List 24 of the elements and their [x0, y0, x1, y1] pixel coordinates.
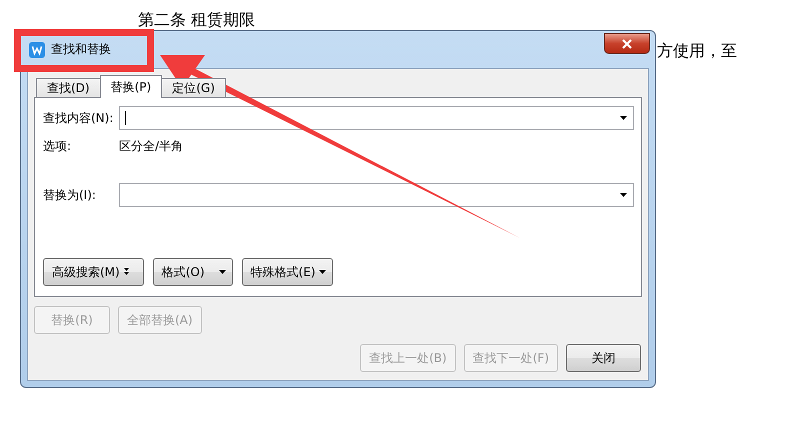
options-text: 区分全/半角: [119, 138, 184, 155]
dropdown-arrow-icon: [319, 270, 326, 274]
dialog-button[interactable]: 关闭: [566, 344, 641, 372]
find-field[interactable]: [119, 106, 634, 130]
document-text: 第二条 租赁期限: [138, 10, 256, 31]
dropdown-arrow-icon: [218, 270, 226, 274]
close-button[interactable]: [604, 33, 650, 54]
dropdown-arrow-icon: [620, 193, 627, 197]
double-chevron-icon: [124, 268, 129, 276]
replace-field[interactable]: [119, 183, 634, 207]
app-logo-icon: [29, 42, 45, 58]
dropdown-button[interactable]: 格式(O): [152, 258, 233, 286]
close-icon: [621, 38, 633, 48]
dropdown-arrow-icon: [620, 116, 627, 120]
tab[interactable]: 替换(P): [100, 75, 162, 98]
field-label: 替换为(I):: [43, 186, 97, 204]
document-text: 方使用，至: [657, 41, 738, 62]
tab[interactable]: 定位(G): [161, 78, 226, 98]
field-label: 查找内容(N):: [43, 110, 114, 126]
window-title: 查找和替换: [51, 41, 111, 58]
tab[interactable]: 查找(D): [36, 78, 101, 98]
advanced-search-button[interactable]: 高级搜索(M): [43, 258, 144, 286]
field-label: 选项:: [43, 138, 72, 155]
dropdown-button[interactable]: 特殊格式(E): [242, 258, 334, 286]
